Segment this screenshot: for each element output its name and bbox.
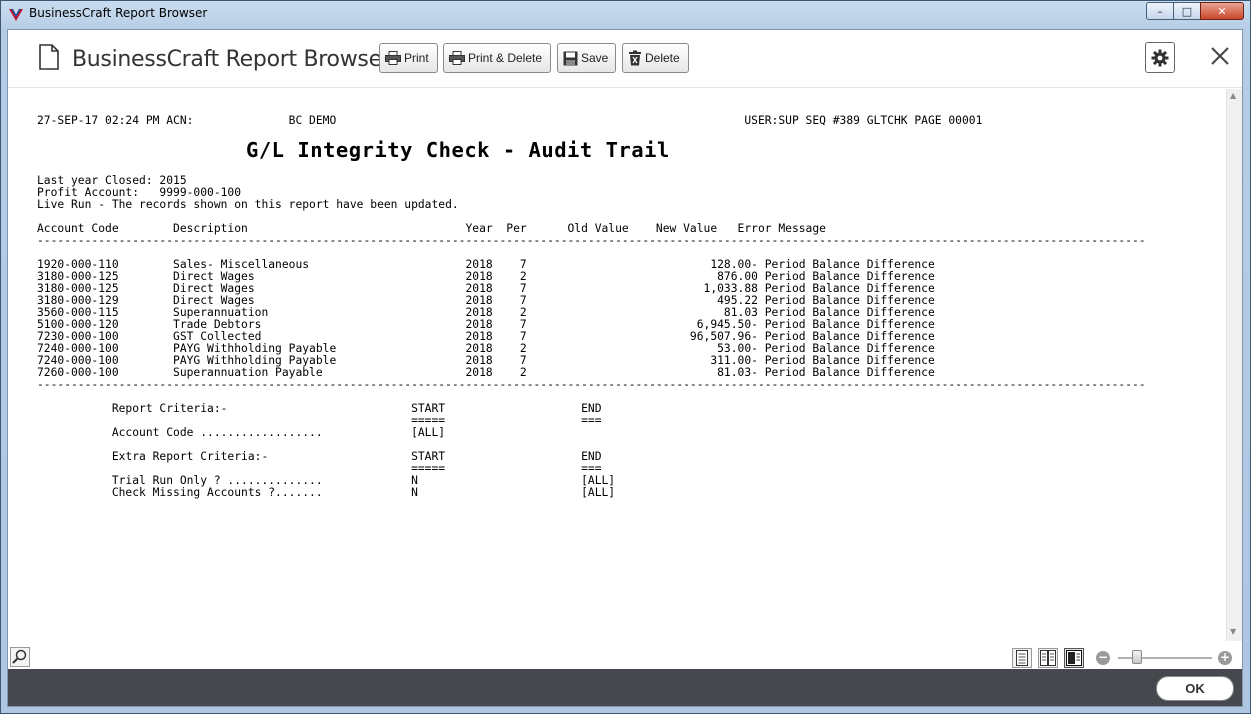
book-view-button[interactable] [1064,648,1084,668]
printer-icon [385,51,401,65]
close-icon[interactable] [1208,44,1232,68]
ok-button[interactable]: OK [1156,676,1234,701]
title-bar: BusinessCraft Report Browser – □ ✕ [1,1,1251,29]
save-button[interactable]: Save [557,43,616,73]
minimize-button[interactable]: – [1146,2,1174,20]
print-delete-button[interactable]: Print & Delete [443,43,551,73]
app-title: BusinessCraft Report Browser [72,47,391,72]
zoom-slider-thumb[interactable] [1132,650,1142,664]
two-page-icon [1040,650,1056,666]
save-icon [563,51,578,65]
printer-icon [449,51,465,65]
report-text: 27-SEP-17 02:24 PM ACN: BC DEMO USER:SUP… [37,114,1146,499]
maximize-button[interactable]: □ [1173,2,1201,20]
window-title: BusinessCraft Report Browser [29,6,208,20]
single-page-view-button[interactable] [1012,648,1032,668]
magnifier-icon [12,649,27,664]
app-header: BusinessCraft Report Browser Print Print… [8,30,1242,88]
vertical-scrollbar[interactable]: ▲ ▼ [1226,89,1242,641]
document-icon [39,44,59,70]
settings-button[interactable] [1145,42,1175,73]
client-area: BusinessCraft Report Browser Print Print… [7,29,1243,707]
find-button[interactable] [10,647,30,667]
save-label: Save [581,51,609,65]
book-page-icon [1066,650,1082,666]
gear-icon [1151,49,1169,66]
print-label: Print [404,51,429,65]
single-page-icon [1016,650,1028,666]
two-page-view-button[interactable] [1038,648,1058,668]
bottom-toolbar: − + [8,641,1242,669]
report-title: G/L Integrity Check - Audit Trail [246,138,670,162]
trash-icon [629,50,641,66]
footer-bar: OK [8,669,1242,706]
scroll-up-icon[interactable]: ▲ [1230,91,1236,100]
app-logo-icon [9,8,23,21]
report-view: 27-SEP-17 02:24 PM ACN: BC DEMO USER:SUP… [8,89,1226,660]
delete-button[interactable]: Delete [622,43,689,73]
window-close-button[interactable]: ✕ [1200,2,1244,20]
delete-label: Delete [645,51,680,65]
scroll-down-icon[interactable]: ▼ [1230,627,1236,636]
zoom-out-icon[interactable]: − [1096,651,1110,665]
zoom-in-icon[interactable]: + [1218,651,1232,665]
print-delete-label: Print & Delete [468,51,543,65]
print-button[interactable]: Print [379,43,438,73]
window-controls: – □ ✕ [1146,2,1244,20]
